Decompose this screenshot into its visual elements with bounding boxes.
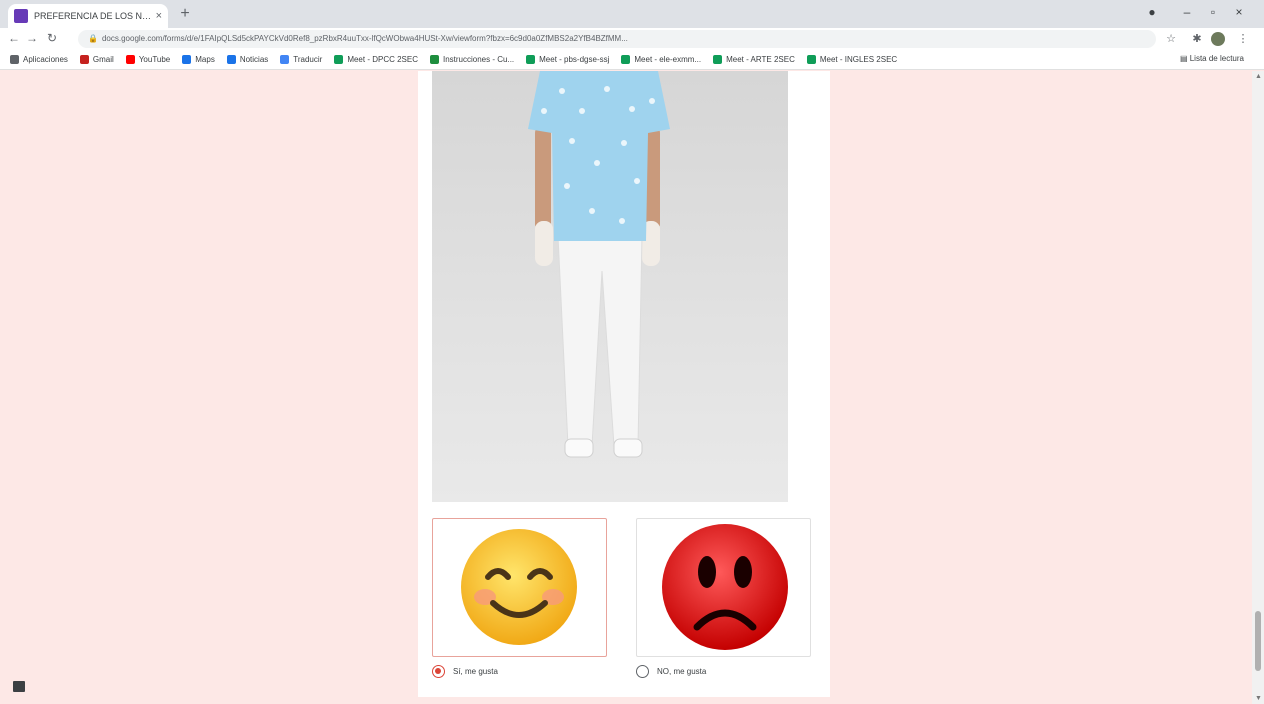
new-tab-button[interactable]: +: [176, 5, 194, 23]
bookmark-item[interactable]: Maps: [182, 55, 215, 64]
bookmark-star-icon[interactable]: ☆: [1164, 32, 1178, 45]
tab-strip: PREFERENCIA DE LOS NIÑOS Y ... × + ● – ▫…: [0, 0, 1264, 28]
reading-list-icon: ▤: [1179, 54, 1190, 63]
bookmark-item[interactable]: Instrucciones - Cu...: [430, 55, 514, 64]
bookmark-item[interactable]: YouTube: [125, 55, 170, 64]
address-bar[interactable]: 🔒 docs.google.com/forms/d/e/1FAIpQLSd5ckP…: [78, 30, 1156, 48]
browser-toolbar: ← → ↻ 🔒 docs.google.com/forms/d/e/1FAIpQL…: [0, 28, 1264, 50]
scroll-up-icon[interactable]: ▲: [1255, 73, 1262, 80]
browser-tab[interactable]: PREFERENCIA DE LOS NIÑOS Y ... ×: [8, 4, 168, 28]
forms-favicon-icon: [14, 9, 28, 23]
lock-icon: 🔒: [88, 34, 98, 43]
bookmark-item[interactable]: Meet - ele-exmm...: [621, 55, 701, 64]
bookmark-item[interactable]: Meet - DPCC 2SEC: [334, 55, 418, 64]
option-image-smile[interactable]: [432, 518, 607, 657]
smiling-face-icon: [461, 529, 577, 645]
sad-face-icon: [662, 524, 788, 650]
apps-icon: [10, 55, 19, 64]
bookmark-item[interactable]: Gmail: [79, 55, 114, 64]
meet-icon: [526, 55, 536, 64]
scrubs-illustration: [528, 71, 670, 458]
form-background: Sí, me gusta NO, me gusta: [0, 71, 1264, 704]
question-card: Sí, me gusta NO, me gusta: [418, 71, 830, 697]
reload-icon[interactable]: ↻: [44, 31, 60, 45]
bookmark-item[interactable]: Meet - pbs-dgse-ssj: [526, 55, 609, 64]
scrubs-photo: [432, 71, 788, 502]
tab-title: PREFERENCIA DE LOS NIÑOS Y ...: [34, 11, 152, 21]
bookmark-item[interactable]: Traducir: [280, 55, 322, 64]
classroom-icon: [430, 55, 439, 64]
option-no[interactable]: NO, me gusta: [636, 665, 706, 678]
feedback-icon[interactable]: [13, 681, 25, 692]
youtube-icon: [125, 55, 135, 64]
forward-icon[interactable]: →: [24, 31, 40, 45]
news-icon: [226, 55, 236, 64]
scroll-down-icon[interactable]: ▼: [1255, 695, 1262, 702]
bookmark-item[interactable]: Meet - INGLES 2SEC: [806, 55, 897, 64]
bookmarks-bar: Aplicaciones Gmail YouTube Maps Noticias…: [0, 50, 1264, 70]
radio-no[interactable]: [636, 665, 649, 678]
option-no-label: NO, me gusta: [657, 667, 707, 676]
restore-button[interactable]: ▫: [1202, 5, 1224, 19]
option-image-sad[interactable]: [636, 518, 811, 657]
translate-icon: [280, 55, 290, 64]
gmail-icon: [79, 55, 89, 64]
avatar[interactable]: [1211, 32, 1225, 46]
scroll-thumb[interactable]: [1255, 611, 1261, 671]
menu-icon[interactable]: ⋮: [1236, 32, 1250, 45]
meet-icon: [334, 55, 344, 64]
minimize-button[interactable]: –: [1176, 5, 1198, 19]
bookmark-item[interactable]: Meet - ARTE 2SEC: [713, 55, 795, 64]
meet-icon: [713, 55, 723, 64]
bookmark-item[interactable]: Noticias: [226, 55, 268, 64]
bookmark-item[interactable]: Aplicaciones: [10, 55, 68, 64]
profile-status-icon[interactable]: ●: [1141, 5, 1163, 19]
meet-icon: [621, 55, 631, 64]
close-window-button[interactable]: ×: [1228, 5, 1250, 19]
meet-icon: [806, 55, 816, 64]
tab-close-icon[interactable]: ×: [156, 10, 162, 22]
maps-icon: [182, 55, 192, 64]
extensions-icon[interactable]: ✱: [1190, 32, 1204, 45]
radio-yes[interactable]: [432, 665, 445, 678]
option-yes[interactable]: Sí, me gusta: [432, 665, 498, 678]
page-scrollbar[interactable]: ▲ ▼: [1252, 71, 1264, 704]
back-icon[interactable]: ←: [6, 31, 22, 45]
reading-list-button[interactable]: ▤ Lista de lectura: [1180, 54, 1244, 63]
option-yes-label: Sí, me gusta: [453, 667, 498, 676]
url-text: docs.google.com/forms/d/e/1FAIpQLSd5ckPA…: [101, 34, 628, 43]
